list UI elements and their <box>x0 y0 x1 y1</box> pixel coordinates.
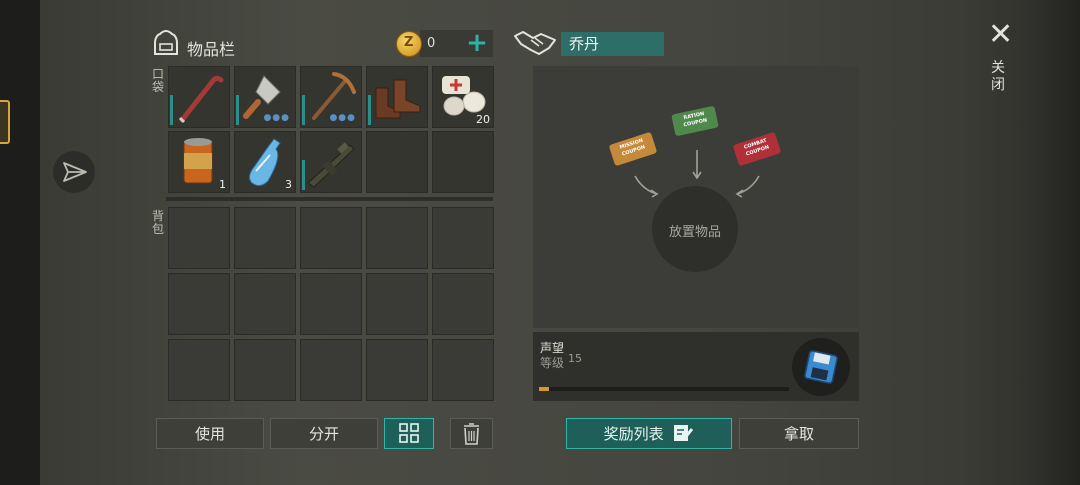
sort-button[interactable] <box>384 418 434 449</box>
coin-icon: Z <box>396 31 422 57</box>
drop-text: 放置物品 <box>668 225 721 240</box>
item-quantity: 1 <box>219 178 226 191</box>
crowbar-icon <box>178 75 224 124</box>
add-coins-button[interactable]: + <box>463 30 491 58</box>
backpack-slot[interactable] <box>168 207 230 269</box>
reputation-panel: 声望 等级 15 <box>533 332 859 401</box>
send-arrow-icon <box>63 162 87 182</box>
rewards-list-button[interactable]: 奖励列表 <box>566 418 732 449</box>
ration-coupon-icon: RATION COUPON <box>671 105 719 137</box>
backpack-slot[interactable] <box>168 273 230 335</box>
drop-zone-panel[interactable]: MISSION COUPON RATION COUPON COMBAT COUP… <box>533 66 859 328</box>
edge-badge[interactable] <box>0 100 10 144</box>
backpack-slot[interactable] <box>168 339 230 401</box>
item-quantity: 20 <box>476 113 490 126</box>
level-label: 等级 <box>540 356 565 370</box>
game-screen: 物品栏 Z 0 + 口袋 背包 ●●● ●●● 20 1 3 使用 分开 乔丹 … <box>0 0 1080 485</box>
backpack-slot[interactable] <box>432 273 494 335</box>
backpack-slot[interactable] <box>234 339 296 401</box>
pocket-slot-10[interactable] <box>432 131 494 193</box>
use-button[interactable]: 使用 <box>156 418 264 449</box>
take-button[interactable]: 拿取 <box>739 418 859 449</box>
coupon-text: RATION COUPON <box>683 110 708 129</box>
backpack-slot[interactable] <box>300 207 362 269</box>
rewards-label: 奖励列表 <box>603 425 664 443</box>
split-button[interactable]: 分开 <box>270 418 378 449</box>
durability-bar <box>368 95 371 125</box>
backpack-slot[interactable] <box>234 273 296 335</box>
backpack-slot[interactable] <box>366 339 428 401</box>
coin-symbol: Z <box>404 35 414 50</box>
navigation-button[interactable] <box>53 151 95 193</box>
edit-list-icon <box>674 425 694 441</box>
durability-bar <box>302 95 305 125</box>
backpack-icon <box>154 30 178 55</box>
inventory-title: 物品栏 <box>187 40 236 59</box>
pocket-slot-8[interactable] <box>300 131 362 193</box>
pocket-slot-5[interactable]: 20 <box>432 66 494 128</box>
pocket-slot-1[interactable] <box>168 66 230 128</box>
pocket-slot-6[interactable]: 1 <box>168 131 230 193</box>
pocket-label: 口袋 <box>151 67 164 94</box>
trader-name: 乔丹 <box>561 32 664 56</box>
durability-bar <box>170 95 173 125</box>
backpack-slot[interactable] <box>432 207 494 269</box>
durability-dots: ●●● <box>263 113 290 123</box>
level-value: 15 <box>568 352 582 365</box>
pocket-slot-4[interactable] <box>366 66 428 128</box>
boots-icon <box>375 79 421 119</box>
pocket-slot-3[interactable]: ●●● <box>300 66 362 128</box>
backpack-slot[interactable] <box>234 207 296 269</box>
handshake-icon <box>514 31 556 55</box>
backpack-slot[interactable] <box>366 207 428 269</box>
durability-dots: ●●● <box>329 113 356 123</box>
backpack-slot[interactable] <box>366 273 428 335</box>
reputation-progress-bar <box>539 387 789 391</box>
grid-icon <box>399 423 419 443</box>
pocket-slot-7[interactable]: 3 <box>234 131 296 193</box>
durability-bar <box>236 95 239 125</box>
backpack-slot[interactable] <box>432 339 494 401</box>
durability-bar <box>302 160 305 190</box>
trash-icon <box>464 423 479 445</box>
reputation-progress-fill <box>539 387 549 391</box>
rifle-icon <box>307 142 355 188</box>
grid-divider <box>166 197 493 201</box>
backpack-label: 背包 <box>151 209 164 236</box>
backpack-slot[interactable] <box>300 273 362 335</box>
delete-button[interactable] <box>450 418 493 449</box>
floppy-disk-icon <box>804 350 838 384</box>
coin-count: 0 <box>427 36 436 51</box>
item-quantity: 3 <box>285 178 292 191</box>
pocket-slot-9[interactable] <box>366 131 428 193</box>
backpack-slot[interactable] <box>300 339 362 401</box>
close-icon[interactable]: ✕ <box>988 20 1013 50</box>
close-label[interactable]: 关闭 <box>990 60 1006 94</box>
reputation-badge <box>792 338 850 396</box>
pocket-slot-2[interactable]: ●●● <box>234 66 296 128</box>
drop-target[interactable]: 放置物品 <box>652 186 738 272</box>
